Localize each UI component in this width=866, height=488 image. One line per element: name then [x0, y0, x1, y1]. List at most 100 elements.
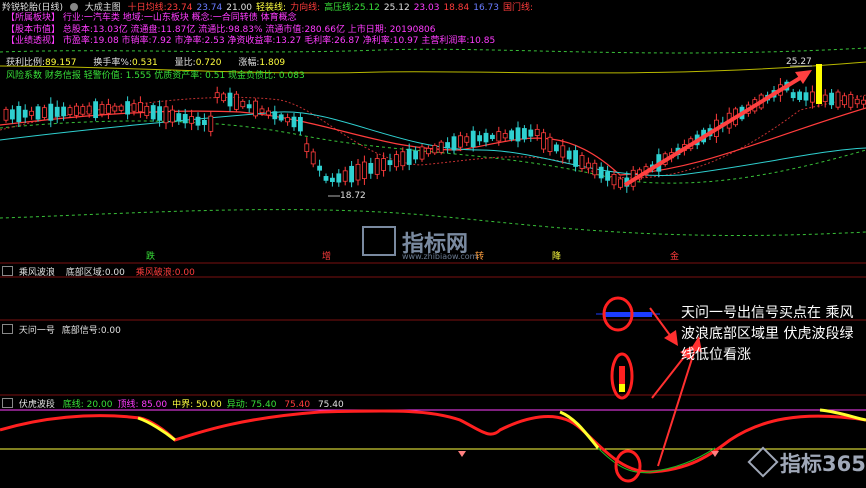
candle-body — [515, 127, 521, 142]
brand-logo: 指标365 — [747, 446, 866, 478]
candle-body — [201, 119, 207, 126]
candle-body — [137, 102, 143, 113]
profit-row: 获利比例:89.157 换手率%:0.531 量比:0.720 涨幅:1.809 — [6, 58, 286, 68]
candle-body — [361, 161, 367, 179]
header-item-0: 十日均线:23.74 — [127, 3, 193, 13]
candle-body — [393, 154, 399, 168]
candle-body — [342, 170, 348, 182]
header-item-2: 21.00 — [226, 3, 253, 13]
info-row-capital: 【股本市值】 总股本:13.03亿 流通盘:11.87亿 流通比:98.83% … — [6, 24, 436, 35]
candle-body — [259, 108, 265, 114]
watermark-url: www.zhibiaow.com — [402, 252, 478, 261]
candle-body — [457, 135, 463, 148]
brand-icon — [747, 446, 779, 478]
panel-toggle-icon[interactable] — [2, 398, 13, 408]
panel3-values: 底线: 20.00 顶线: 85.00 中界: 50.00 异动: 75.40 75.… — [58, 400, 344, 410]
candle-body — [509, 130, 515, 140]
candle-body — [208, 115, 214, 132]
info-row-sector: 【所属板块】 行业:一汽车类 地域:一山东板块 概念:一合同转债 体育概念 — [6, 13, 297, 23]
candle-body — [560, 145, 566, 158]
candle-body — [16, 105, 22, 123]
candle-body — [605, 171, 610, 181]
candle-body — [214, 92, 220, 98]
candle-body — [554, 144, 559, 152]
candle-body — [502, 133, 508, 139]
candle-body — [329, 177, 335, 182]
candle-body — [93, 101, 98, 119]
candle-body — [291, 116, 297, 128]
candle-body — [803, 92, 809, 101]
candle-body — [265, 110, 271, 116]
candle-body — [9, 109, 15, 120]
candle-body — [67, 107, 73, 115]
annotation-text: 天问一号出信号买点在 乘风波浪底部区域里 伏虎波段绿线低位看涨 — [681, 305, 854, 363]
signal-jin: 金 — [670, 252, 680, 262]
panel2-name[interactable]: 天问一号 — [19, 326, 55, 336]
candle-body — [400, 151, 406, 167]
chart-header: 羚锐轮胎(日线) 大成主图 十日均线:23.74 23.74 21.00 轻装线: 力向… — [2, 0, 541, 13]
candle-body — [432, 145, 438, 154]
candle-body — [810, 91, 815, 103]
signal-die: 跌 — [146, 252, 156, 262]
candle-body — [253, 100, 259, 117]
candle-body — [176, 113, 182, 122]
candle-body — [419, 146, 425, 160]
candle-body — [368, 162, 374, 174]
panel-chengfeng-header: 乘风波浪 底部区域:0.00 乘风破浪:0.00 — [2, 265, 195, 278]
candle-body — [35, 106, 41, 120]
candle-body — [317, 165, 323, 171]
candle-body — [790, 92, 796, 99]
candle-body — [297, 116, 303, 132]
candle-body — [3, 108, 9, 121]
candle-body — [278, 114, 284, 121]
candle-body — [336, 173, 342, 183]
panel-toggle-icon[interactable] — [2, 324, 13, 334]
info-row-performance: 【业绩透视】 市盈率:19.08 市销率:7.92 市净率:2.53 净资收益率… — [6, 36, 496, 46]
panel3-name[interactable]: 伏虎波段 — [19, 400, 55, 410]
signal-zeng: 增 — [322, 252, 332, 262]
candle-body — [483, 132, 489, 143]
candle-body — [470, 130, 476, 148]
candle-body — [598, 166, 604, 179]
candle-body — [489, 134, 495, 140]
candle-body — [233, 93, 239, 110]
candle-body — [496, 131, 502, 142]
candle-body — [854, 98, 860, 105]
candle-body — [80, 106, 86, 115]
candle-body — [547, 136, 553, 152]
candle-body — [611, 174, 617, 186]
candle-body — [477, 135, 483, 142]
candle-body — [285, 117, 291, 123]
header-item-5: 高压线:25.12 — [324, 3, 380, 13]
header-item-9: 16.73 — [473, 3, 499, 13]
candle-body — [835, 91, 841, 108]
candle-body — [272, 111, 278, 120]
panel3-item-3: 异动: 75.40 — [226, 400, 277, 410]
candle-body — [157, 106, 163, 121]
candle-body — [374, 158, 380, 175]
header-item-6: 25.12 — [383, 3, 410, 13]
panel-toggle-icon[interactable] — [2, 266, 13, 276]
candle-body — [829, 92, 834, 106]
candle-body — [618, 178, 623, 188]
candle-body — [425, 147, 431, 155]
candle-body — [112, 105, 118, 112]
candle-body — [387, 160, 393, 166]
candle-body — [125, 101, 130, 115]
candle-body — [579, 155, 585, 169]
oscillator-chart — [0, 408, 866, 474]
candle-body — [74, 105, 79, 116]
panel1-name[interactable]: 乘风波浪 — [19, 268, 55, 278]
candle-body — [42, 107, 47, 118]
indicator-dot-icon — [69, 3, 78, 11]
candle-body — [534, 128, 540, 136]
indicator-name[interactable]: 大成主图 — [85, 3, 121, 13]
header-item-10: 国门线: — [502, 3, 534, 13]
candle-body — [221, 93, 227, 102]
candle-body — [22, 109, 28, 118]
candle-body — [150, 105, 156, 120]
stock-name[interactable]: 羚锐轮胎(日线) — [2, 3, 63, 13]
candle-body — [169, 109, 175, 123]
header-item-8: 18.84 — [443, 3, 470, 13]
candle-body — [848, 94, 854, 108]
